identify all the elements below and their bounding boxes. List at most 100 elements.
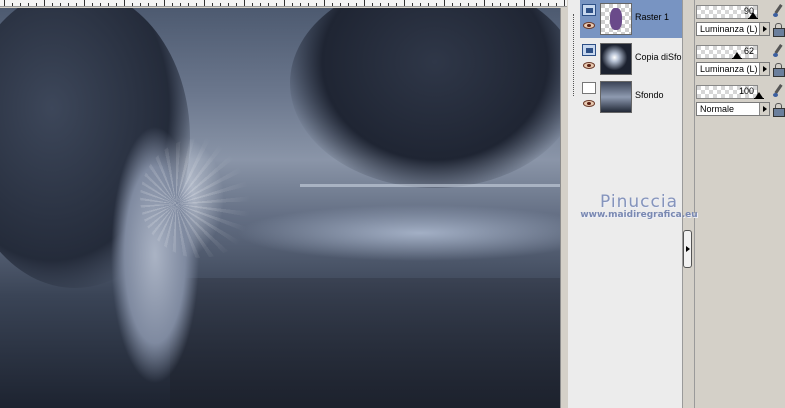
ruler-tick [84,0,85,6]
layer-row-raster-1[interactable]: Raster 1 [580,0,682,38]
background-layer-icon [582,82,596,94]
opacity-marker[interactable] [748,12,758,19]
ruler-tick [44,0,45,6]
ruler-tick [348,3,349,6]
image-canvas[interactable] [0,8,560,408]
layer-row-sfondo[interactable]: Sfondo [580,78,682,116]
canvas-rocky-ground [170,278,560,408]
ruler-tick [292,3,293,6]
ruler-tick [356,3,357,6]
ruler-tick [484,0,485,6]
ruler-tick [132,3,133,6]
opacity-slider[interactable]: 62 [696,45,758,59]
layer-name: Sfondo [635,90,664,100]
ruler-tick [460,3,461,6]
ruler-tick [244,0,245,6]
ruler-tick [92,3,93,6]
ruler-tick [212,3,213,6]
ruler-tick [372,3,373,6]
layer-row-copia-disfondo[interactable]: Copia diSfo [580,40,682,78]
ruler-tick [300,3,301,6]
ruler-tick [204,0,205,6]
watermark: Pinuccia www.maidiregrafica.eu [575,192,703,220]
ruler-tick [524,0,525,6]
opacity-slider[interactable]: 100 [696,85,764,99]
horizontal-ruler [0,0,567,7]
canvas-tree-right [290,8,560,188]
ruler-tick [564,0,565,6]
ruler-tick [380,3,381,6]
ruler-tick [476,3,477,6]
visibility-eye-icon[interactable] [583,22,595,29]
lock-icon[interactable] [773,63,785,77]
opacity-slider[interactable]: 90 [696,5,758,19]
ruler-tick [4,0,5,6]
ruler-tick [180,3,181,6]
ruler-tick [268,3,269,6]
dropdown-arrow-icon[interactable] [759,63,769,75]
blend-mode-label: Normale [700,104,735,114]
ruler-tick [492,3,493,6]
ruler-tick [388,3,389,6]
ruler-tick [420,3,421,6]
ruler-tick [332,3,333,6]
ruler-tick [76,3,77,6]
ruler-tick [100,3,101,6]
blend-mode-select[interactable]: Luminanza (L) [696,62,770,76]
ruler-tick [444,0,445,6]
raster-layer-icon [582,4,596,16]
watermark-name: Pinuccia [600,192,678,212]
opacity-marker[interactable] [732,52,742,59]
ruler-tick [516,3,517,6]
lock-icon[interactable] [773,23,785,37]
ruler-tick [12,3,13,6]
opacity-value: 100 [738,86,754,96]
canvas-light-rays [140,138,260,258]
blend-mode-select[interactable]: Normale [696,102,770,116]
ruler-tick [468,3,469,6]
ruler-tick [124,0,125,6]
layer-properties: 90 Luminanza (L) 62 Luminanza (L) 100 No… [696,0,785,408]
layers-list-empty-area[interactable] [568,118,683,408]
canvas-scroll-gutter[interactable] [560,8,568,408]
ruler-tick [324,0,325,6]
ruler-tick [28,3,29,6]
watermark-url: www.maidiregrafica.eu [580,210,698,220]
ruler-tick [508,3,509,6]
layer-thumbnail [600,3,632,35]
ruler-tick [236,3,237,6]
ruler-tick [396,3,397,6]
palette-collapse-handle[interactable] [683,230,692,268]
lock-icon[interactable] [773,103,785,117]
layer-tree-line [573,14,574,96]
ruler-tick [260,3,261,6]
blend-mode-select[interactable]: Luminanza (L) [696,22,770,36]
ruler-tick [52,3,53,6]
ruler-tick [308,3,309,6]
brush-icon[interactable] [772,44,784,58]
ruler-tick [116,3,117,6]
opacity-marker[interactable] [754,92,764,99]
layer-thumbnail [600,43,632,75]
ruler-tick [276,3,277,6]
dropdown-arrow-icon[interactable] [759,103,769,115]
ruler-tick [316,3,317,6]
layer-props-sfondo: 100 Normale [696,82,785,120]
visibility-eye-icon[interactable] [583,62,595,69]
ruler-tick [172,3,173,6]
ruler-tick [548,3,549,6]
ruler-tick [164,0,165,6]
ruler-tick [148,3,149,6]
ruler-tick [68,3,69,6]
ruler-tick [60,3,61,6]
ruler-tick [196,3,197,6]
ruler-tick [556,3,557,6]
blend-mode-label: Luminanza (L) [700,64,758,74]
visibility-eye-icon[interactable] [583,100,595,107]
brush-icon[interactable] [772,4,784,18]
brush-icon[interactable] [772,84,784,98]
ruler-tick [20,3,21,6]
layer-props-raster-1: 90 Luminanza (L) [696,2,785,40]
ruler-tick [532,3,533,6]
dropdown-arrow-icon[interactable] [759,23,769,35]
